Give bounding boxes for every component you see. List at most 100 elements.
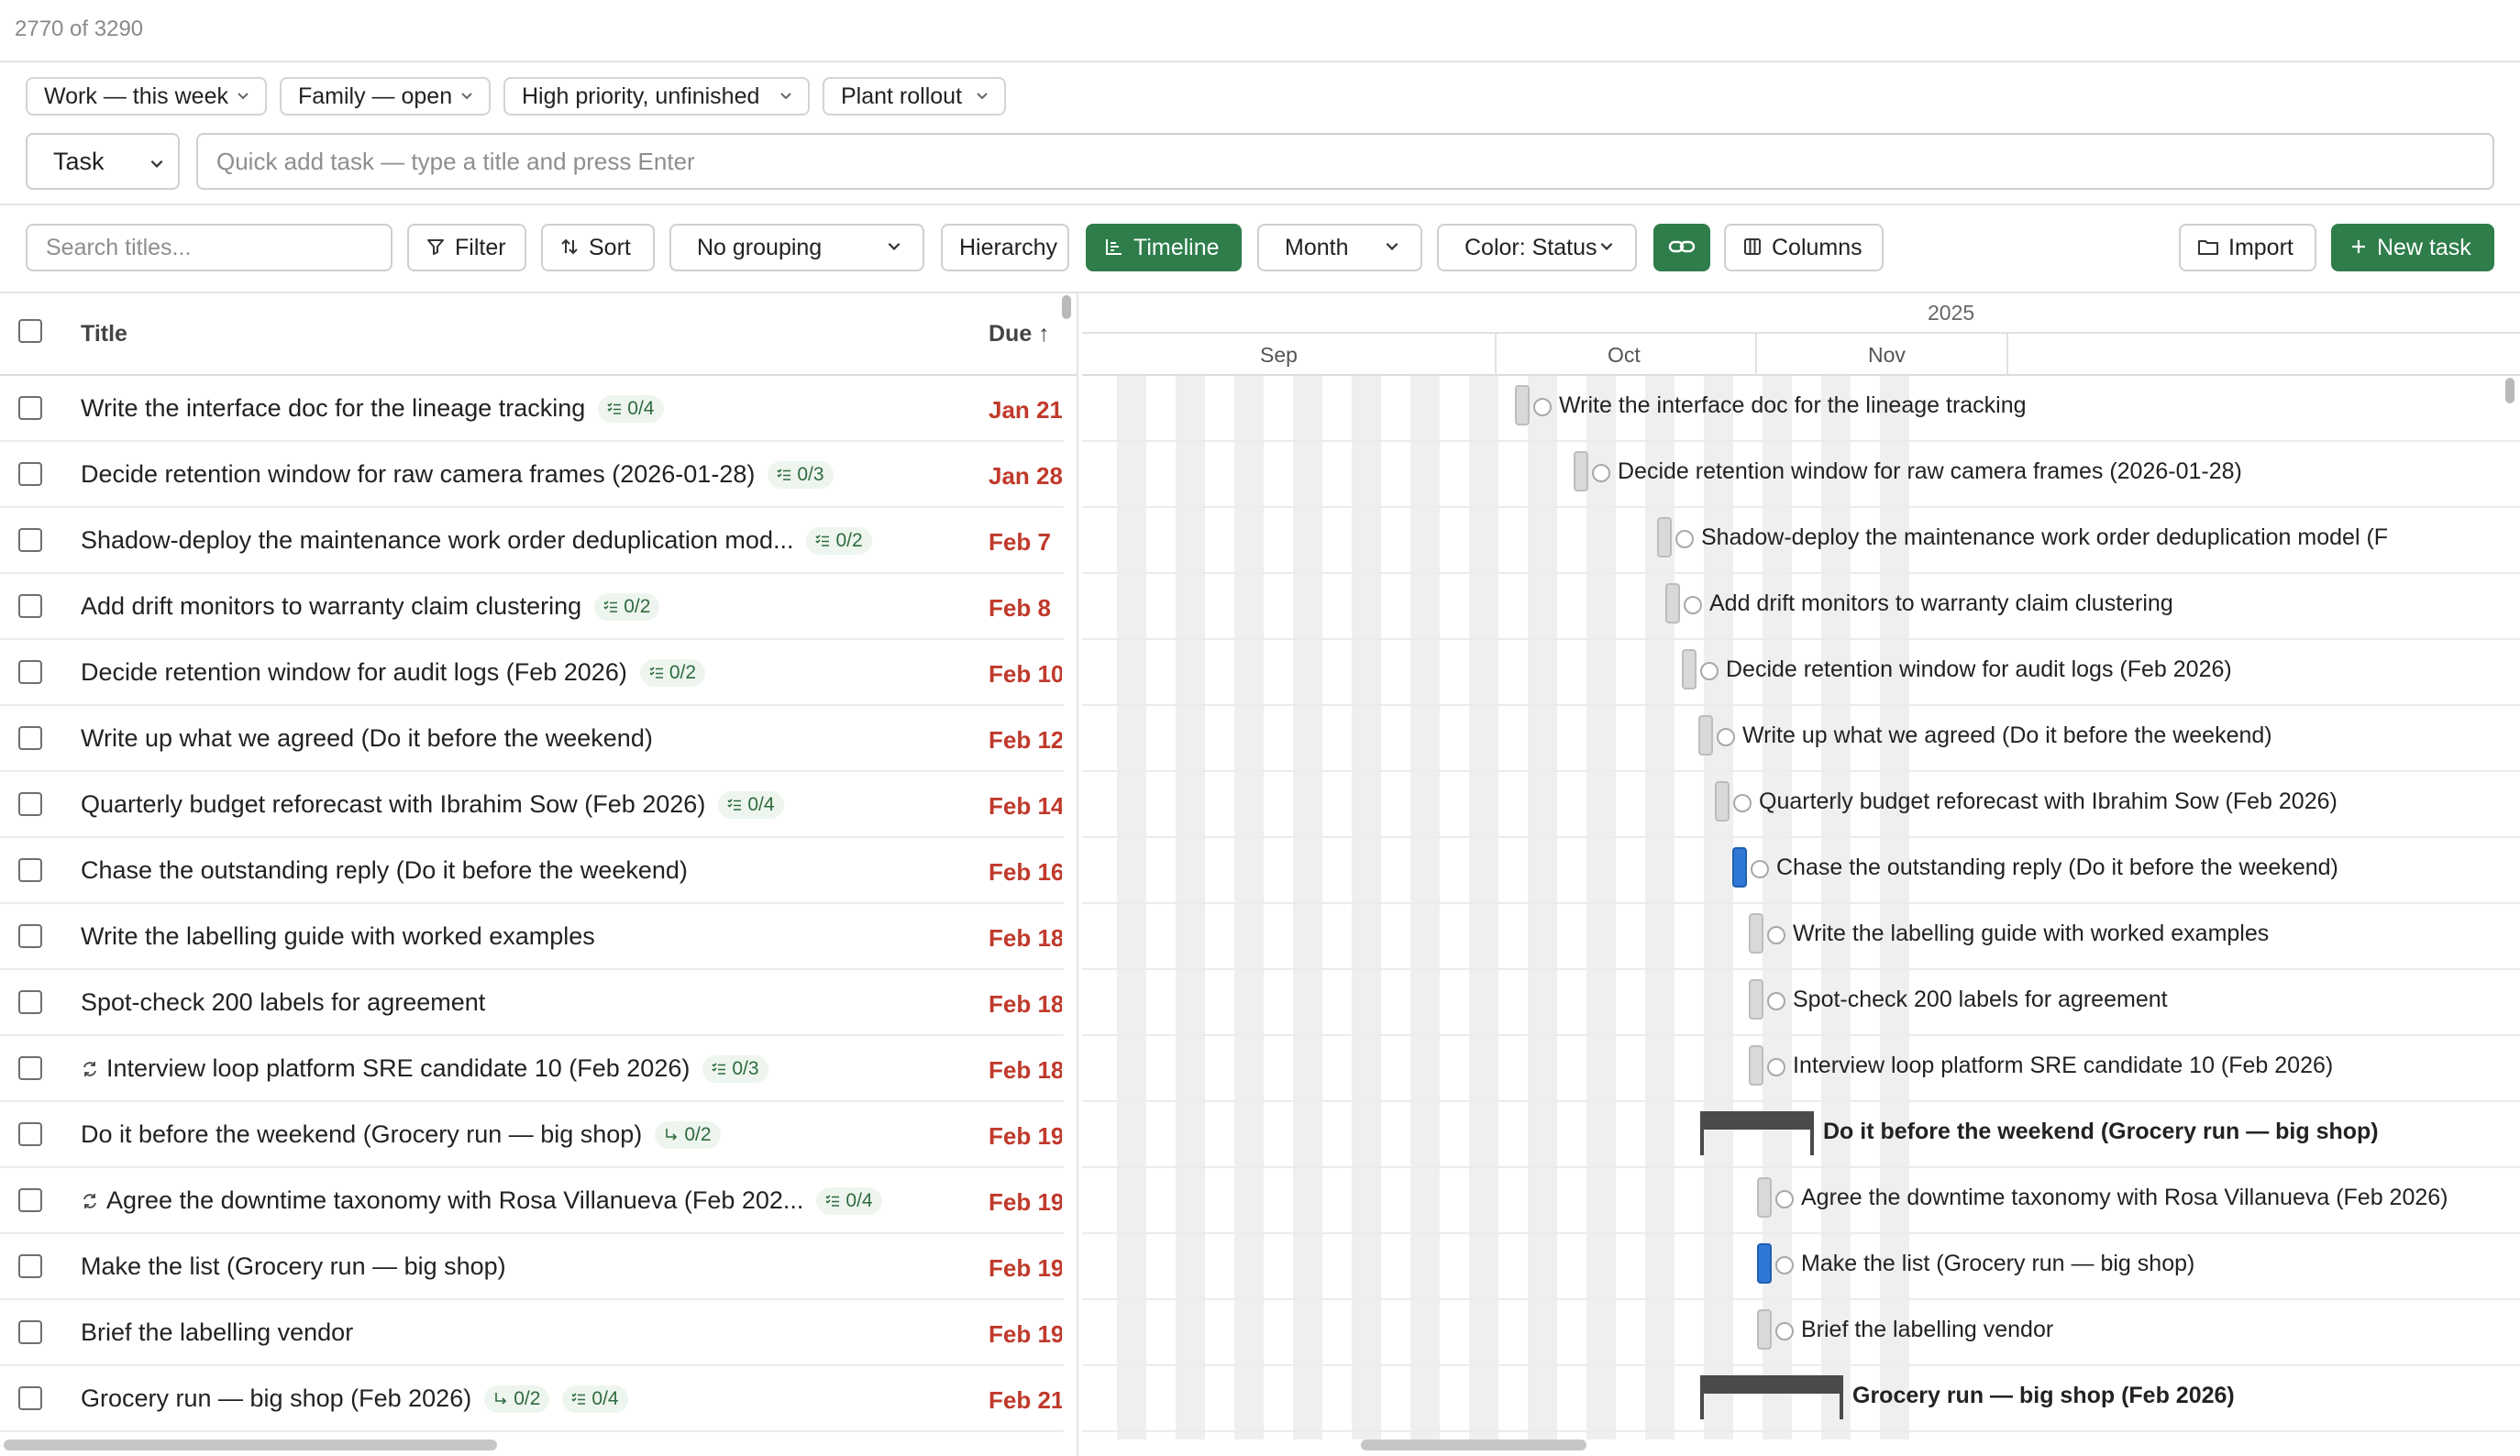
table-row[interactable]: Decide retention window for audit logs (… xyxy=(0,640,1064,706)
sort-button[interactable]: Sort xyxy=(541,224,655,271)
summary-bar[interactable] xyxy=(1700,1111,1814,1155)
timeline-task-label[interactable]: Brief the labelling vendor xyxy=(1801,1317,2053,1343)
import-button[interactable]: Import xyxy=(2179,224,2316,271)
list-horizontal-scrollbar[interactable] xyxy=(4,1439,497,1450)
table-row[interactable]: Decide retention window for raw camera f… xyxy=(0,442,1064,508)
task-bar[interactable] xyxy=(1757,1309,1772,1350)
search-input[interactable]: Search titles... xyxy=(26,224,392,271)
task-bar[interactable] xyxy=(1665,583,1680,623)
task-title[interactable]: Quarterly budget reforecast with Ibrahim… xyxy=(81,790,784,819)
task-bar[interactable] xyxy=(1749,913,1763,954)
row-checkbox[interactable] xyxy=(18,1056,42,1080)
scale-select[interactable]: Month xyxy=(1257,224,1422,271)
task-bar[interactable] xyxy=(1657,517,1672,557)
columns-button[interactable]: Columns xyxy=(1724,224,1884,271)
row-checkbox[interactable] xyxy=(18,396,42,420)
task-title[interactable]: Add drift monitors to warranty claim clu… xyxy=(81,592,660,621)
table-row[interactable]: Grocery run — big shop (Feb 2026) 0/2 0/4 F… xyxy=(0,1366,1064,1432)
dependency-handle[interactable] xyxy=(1767,1058,1785,1076)
hierarchy-button[interactable]: Hierarchy xyxy=(941,224,1069,271)
task-bar[interactable] xyxy=(1757,1177,1772,1218)
dependency-handle[interactable] xyxy=(1675,530,1694,548)
view-high-priority[interactable]: High priority, unfinished xyxy=(503,77,810,116)
timeline-task-label[interactable]: Make the list (Grocery run — big shop) xyxy=(1801,1251,2194,1277)
timeline-task-label[interactable]: Decide retention window for audit logs (… xyxy=(1726,656,2232,683)
summary-bar[interactable] xyxy=(1700,1375,1843,1419)
view-family-open[interactable]: Family — open xyxy=(280,77,491,116)
row-checkbox[interactable] xyxy=(18,1320,42,1344)
select-all-checkbox[interactable] xyxy=(18,319,42,343)
dependency-handle[interactable] xyxy=(1775,1190,1794,1208)
row-checkbox[interactable] xyxy=(18,1254,42,1278)
row-checkbox[interactable] xyxy=(18,1122,42,1146)
row-checkbox[interactable] xyxy=(18,792,42,816)
table-row[interactable]: Make the list (Grocery run — big shop) Fe… xyxy=(0,1234,1064,1300)
view-plant-rollout[interactable]: Plant rollout xyxy=(823,77,1006,116)
table-row[interactable]: Chase the outstanding reply (Do it befor… xyxy=(0,838,1064,904)
timeline-task-label[interactable]: Add drift monitors to warranty claim clu… xyxy=(1709,590,2173,617)
list-vertical-scrollbar[interactable] xyxy=(1062,295,1071,319)
dependency-handle[interactable] xyxy=(1684,596,1702,614)
task-title[interactable]: Chase the outstanding reply (Do it befor… xyxy=(81,856,688,885)
row-checkbox[interactable] xyxy=(18,858,42,882)
timeline-task-label[interactable]: Interview loop platform SRE candidate 10… xyxy=(1793,1053,2333,1079)
timeline-horizontal-scrollbar[interactable] xyxy=(1361,1439,1586,1450)
dependency-handle[interactable] xyxy=(1700,662,1719,680)
due-column-header[interactable]: Due ↑ xyxy=(989,321,1050,347)
timeline-task-label[interactable]: Spot-check 200 labels for agreement xyxy=(1793,987,2168,1013)
table-row[interactable]: Shadow-deploy the maintenance work order… xyxy=(0,508,1064,574)
dependency-handle[interactable] xyxy=(1775,1256,1794,1274)
task-type-select[interactable]: Task xyxy=(26,133,180,190)
timeline-task-label[interactable]: Quarterly budget reforecast with Ibrahim… xyxy=(1759,789,2338,815)
task-title[interactable]: Shadow-deploy the maintenance work order… xyxy=(81,526,872,555)
timeline-task-label[interactable]: Write the interface doc for the lineage … xyxy=(1559,392,2027,419)
table-row[interactable]: Interview loop platform SRE candidate 10… xyxy=(0,1036,1064,1102)
dependency-handle[interactable] xyxy=(1733,794,1752,812)
table-row[interactable]: Agree the downtime taxonomy with Rosa Vi… xyxy=(0,1168,1064,1234)
dependency-handle[interactable] xyxy=(1775,1322,1794,1340)
task-title[interactable]: Decide retention window for raw camera f… xyxy=(81,460,834,489)
task-bar[interactable] xyxy=(1749,1045,1763,1086)
new-task-button[interactable]: New task xyxy=(2331,224,2494,271)
dependency-handle[interactable] xyxy=(1767,992,1785,1010)
link-toggle-button[interactable] xyxy=(1653,224,1710,271)
row-checkbox[interactable] xyxy=(18,1386,42,1410)
grouping-select[interactable]: No grouping xyxy=(669,224,924,271)
row-checkbox[interactable] xyxy=(18,462,42,486)
task-title[interactable]: Write the interface doc for the lineage … xyxy=(81,394,664,423)
timeline-task-label[interactable]: Chase the outstanding reply (Do it befor… xyxy=(1776,855,2338,881)
row-checkbox[interactable] xyxy=(18,990,42,1014)
row-checkbox[interactable] xyxy=(18,660,42,684)
task-bar[interactable] xyxy=(1682,649,1697,689)
row-checkbox[interactable] xyxy=(18,1188,42,1212)
view-work-this-week[interactable]: Work — this week xyxy=(26,77,267,116)
timeline-task-label[interactable]: Shadow-deploy the maintenance work order… xyxy=(1701,524,2388,551)
filter-button[interactable]: Filter xyxy=(407,224,526,271)
table-row[interactable]: Brief the labelling vendor Feb 19 xyxy=(0,1300,1064,1366)
table-row[interactable]: Write the interface doc for the lineage … xyxy=(0,376,1064,442)
timeline-vertical-scrollbar[interactable] xyxy=(2505,378,2514,403)
timeline-task-label[interactable]: Grocery run — big shop (Feb 2026) xyxy=(1852,1383,2235,1409)
task-bar[interactable] xyxy=(1757,1243,1772,1284)
table-row[interactable]: Do it before the weekend (Grocery run — … xyxy=(0,1102,1064,1168)
timeline-task-label[interactable]: Agree the downtime taxonomy with Rosa Vi… xyxy=(1801,1185,2448,1211)
task-title[interactable]: Decide retention window for audit logs (… xyxy=(81,658,706,687)
task-title[interactable]: Write up what we agreed (Do it before th… xyxy=(81,724,653,753)
quick-add-input[interactable]: Quick add task — type a title and press … xyxy=(196,133,2494,190)
color-select[interactable]: Color: Status xyxy=(1437,224,1637,271)
dependency-handle[interactable] xyxy=(1717,728,1735,746)
timeline-task-label[interactable]: Write up what we agreed (Do it before th… xyxy=(1742,722,2272,749)
task-bar[interactable] xyxy=(1732,847,1747,888)
table-row[interactable]: Spot-check 200 labels for agreement Feb 1… xyxy=(0,970,1064,1036)
task-title[interactable]: Agree the downtime taxonomy with Rosa Vi… xyxy=(81,1186,882,1215)
task-title[interactable]: Interview loop platform SRE candidate 10… xyxy=(81,1054,768,1083)
row-checkbox[interactable] xyxy=(18,528,42,552)
timeline-task-label[interactable]: Write the labelling guide with worked ex… xyxy=(1793,921,2269,947)
row-checkbox[interactable] xyxy=(18,594,42,618)
task-title[interactable]: Do it before the weekend (Grocery run — … xyxy=(81,1120,721,1149)
task-bar[interactable] xyxy=(1698,715,1713,756)
task-bar[interactable] xyxy=(1515,385,1530,425)
table-row[interactable]: Add drift monitors to warranty claim clu… xyxy=(0,574,1064,640)
row-checkbox[interactable] xyxy=(18,924,42,948)
task-title[interactable]: Grocery run — big shop (Feb 2026) 0/2 0/4 xyxy=(81,1384,628,1413)
